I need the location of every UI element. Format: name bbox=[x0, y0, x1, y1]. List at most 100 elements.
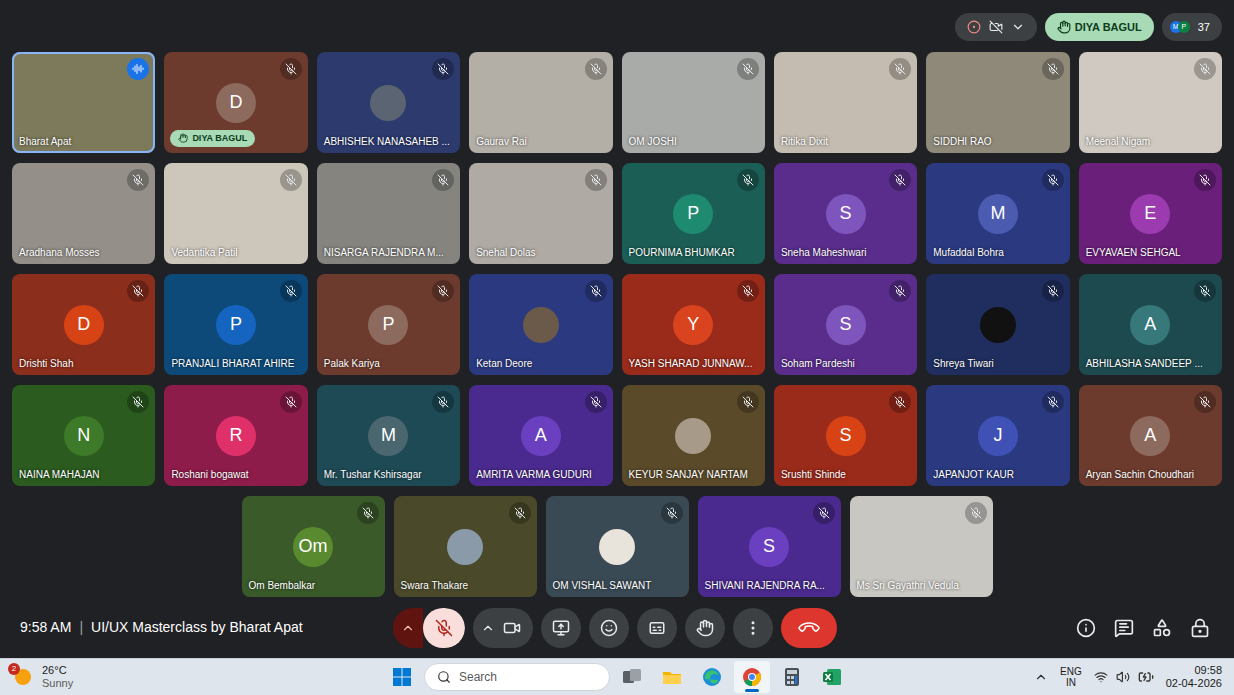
language-indicator[interactable]: ENGIN bbox=[1060, 666, 1082, 689]
participant-tile[interactable]: Snehal Dolas bbox=[469, 163, 612, 264]
participant-avatar: D bbox=[216, 83, 256, 123]
participant-tile[interactable]: Shreya Tiwari bbox=[926, 274, 1069, 375]
mic-off-icon bbox=[514, 507, 526, 519]
taskbar-app[interactable] bbox=[734, 661, 770, 693]
participant-tile[interactable]: AAryan Sachin Choudhari bbox=[1079, 385, 1222, 486]
participants-button[interactable]: MP37 bbox=[1162, 13, 1222, 41]
participant-tile[interactable]: KEYUR SANJAY NARTAM bbox=[622, 385, 765, 486]
mute-indicator bbox=[432, 169, 454, 191]
participant-tile[interactable]: PPalak Kariya bbox=[317, 274, 460, 375]
clock[interactable]: 09:5802-04-2026 bbox=[1166, 664, 1222, 689]
more-options-button[interactable] bbox=[733, 608, 773, 648]
participant-tile[interactable]: Ms Sri Gayathri Vedula bbox=[850, 496, 993, 597]
show-hidden-icons-icon[interactable] bbox=[1034, 670, 1048, 684]
present-button[interactable] bbox=[541, 608, 581, 648]
participant-tile[interactable]: EEVYAVAEN SEHGAL bbox=[1079, 163, 1222, 264]
raise-hand-button[interactable] bbox=[685, 608, 725, 648]
mic-off-icon bbox=[742, 63, 754, 75]
participant-name: Mufaddal Bohra bbox=[933, 245, 1065, 260]
participant-tile[interactable]: Bharat Apat bbox=[12, 52, 155, 153]
participant-name: SIDDHI RAO bbox=[933, 134, 1065, 149]
end-call-button[interactable] bbox=[781, 608, 837, 648]
meeting-info: 9:58 AM|UI/UX Masterclass by Bharat Apat bbox=[20, 617, 393, 638]
participant-name: Mr. Tushar Kshirsagar bbox=[324, 467, 456, 482]
quick-settings[interactable] bbox=[1094, 669, 1154, 685]
participant-name: Meenal Nigam bbox=[1086, 134, 1218, 149]
participant-tile[interactable]: AABHILASHA SANDEEP ... bbox=[1079, 274, 1222, 375]
participant-name: Gaurav Rai bbox=[476, 134, 608, 149]
participant-avatar: P bbox=[216, 305, 256, 345]
participant-tile[interactable]: SSoham Pardeshi bbox=[774, 274, 917, 375]
participant-name: Ritika Dixit bbox=[781, 134, 913, 149]
participant-tile[interactable]: MMr. Tushar Kshirsagar bbox=[317, 385, 460, 486]
participant-tile[interactable]: MMufaddal Bohra bbox=[926, 163, 1069, 264]
participant-tile[interactable]: Ritika Dixit bbox=[774, 52, 917, 153]
raised-hand-banner[interactable]: DIYA BAGUL bbox=[1045, 13, 1154, 41]
profile-picture bbox=[980, 307, 1016, 343]
participant-tile[interactable]: SSneha Maheshwari bbox=[774, 163, 917, 264]
mute-indicator bbox=[127, 280, 149, 302]
captions-button[interactable] bbox=[637, 608, 677, 648]
chat-icon[interactable] bbox=[1114, 618, 1134, 638]
participant-tile[interactable]: SSHIVANI RAJENDRA RA... bbox=[698, 496, 841, 597]
participant-avatar: Y bbox=[673, 305, 713, 345]
system-tray: ENGIN 09:5802-04-2026 bbox=[850, 664, 1222, 689]
reactions-button[interactable] bbox=[589, 608, 629, 648]
mic-off-icon bbox=[1199, 396, 1211, 408]
participant-avatar: E bbox=[1130, 194, 1170, 234]
mic-off-icon bbox=[590, 396, 602, 408]
participant-name: Aryan Sachin Choudhari bbox=[1086, 467, 1218, 482]
participant-tile[interactable]: N NAINA MAHAJAN bbox=[12, 385, 155, 486]
participant-tile[interactable]: JJAPANJOT KAUR bbox=[926, 385, 1069, 486]
search-box[interactable]: Search bbox=[424, 663, 610, 691]
participant-tile[interactable]: D DIYA BAGUL bbox=[164, 52, 307, 153]
participant-avatar: A bbox=[1130, 305, 1170, 345]
participant-avatar: N bbox=[64, 416, 104, 456]
participant-name: NAINA MAHAJAN bbox=[19, 467, 151, 482]
participant-tile[interactable]: PPOURNIMA BHUMKAR bbox=[622, 163, 765, 264]
participant-tile[interactable]: NISARGA RAJENDRA M... bbox=[317, 163, 460, 264]
mute-indicator bbox=[1194, 280, 1216, 302]
participant-tile[interactable]: PPRANJALI BHARAT AHIRE bbox=[164, 274, 307, 375]
taskbar-app[interactable] bbox=[774, 661, 810, 693]
participant-tile[interactable]: OM VISHAL SAWANT bbox=[546, 496, 689, 597]
participant-tile[interactable]: Vedantika Patil bbox=[164, 163, 307, 264]
mute-indicator bbox=[585, 280, 607, 302]
participant-name: Srushti Shinde bbox=[781, 467, 913, 482]
camera-control[interactable] bbox=[473, 608, 533, 648]
tile-row: DDrishti ShahPPRANJALI BHARAT AHIREPPala… bbox=[12, 274, 1222, 375]
profile-picture bbox=[447, 529, 483, 565]
participant-tile[interactable]: YYASH SHARAD JUNNAW... bbox=[622, 274, 765, 375]
mute-indicator bbox=[889, 391, 911, 413]
participant-tile[interactable]: Gaurav Rai bbox=[469, 52, 612, 153]
start-button[interactable] bbox=[384, 661, 420, 693]
participant-tile[interactable]: Swara Thakare bbox=[394, 496, 537, 597]
participant-tile[interactable]: SIDDHI RAO bbox=[926, 52, 1069, 153]
chevron-up-icon bbox=[401, 621, 415, 635]
participant-tile[interactable]: SSrushti Shinde bbox=[774, 385, 917, 486]
weather-widget[interactable]: 226°CSunny bbox=[12, 664, 384, 689]
taskbar-app[interactable] bbox=[694, 661, 730, 693]
info-icon[interactable] bbox=[1076, 618, 1096, 638]
taskbar-app[interactable] bbox=[814, 661, 850, 693]
participant-name: ABHISHEK NANASAHEB ... bbox=[324, 134, 456, 149]
participant-avatar: D bbox=[64, 305, 104, 345]
taskbar-app[interactable] bbox=[614, 661, 650, 693]
participant-tile[interactable]: ABHISHEK NANASAHEB ... bbox=[317, 52, 460, 153]
mic-control[interactable] bbox=[393, 608, 465, 648]
participant-tile[interactable]: Meenal Nigam bbox=[1079, 52, 1222, 153]
participant-tile[interactable]: AAMRITA VARMA GUDURI bbox=[469, 385, 612, 486]
recording-controls[interactable] bbox=[955, 13, 1037, 41]
participant-tile[interactable]: Aradhana Mosses bbox=[12, 163, 155, 264]
raised-hand-chip: DIYA BAGUL bbox=[170, 130, 255, 148]
participant-tile[interactable]: DDrishti Shah bbox=[12, 274, 155, 375]
mic-off-icon bbox=[666, 507, 678, 519]
taskbar-app[interactable] bbox=[654, 661, 690, 693]
participant-tile[interactable]: RRoshani bogawat bbox=[164, 385, 307, 486]
participant-tile[interactable]: Ketan Deore bbox=[469, 274, 612, 375]
participant-tile[interactable]: OmOm Bembalkar bbox=[242, 496, 385, 597]
mute-indicator bbox=[585, 391, 607, 413]
activities-icon[interactable] bbox=[1152, 618, 1172, 638]
participant-tile[interactable]: OM JOSHI bbox=[622, 52, 765, 153]
host-controls-icon[interactable] bbox=[1190, 618, 1210, 638]
